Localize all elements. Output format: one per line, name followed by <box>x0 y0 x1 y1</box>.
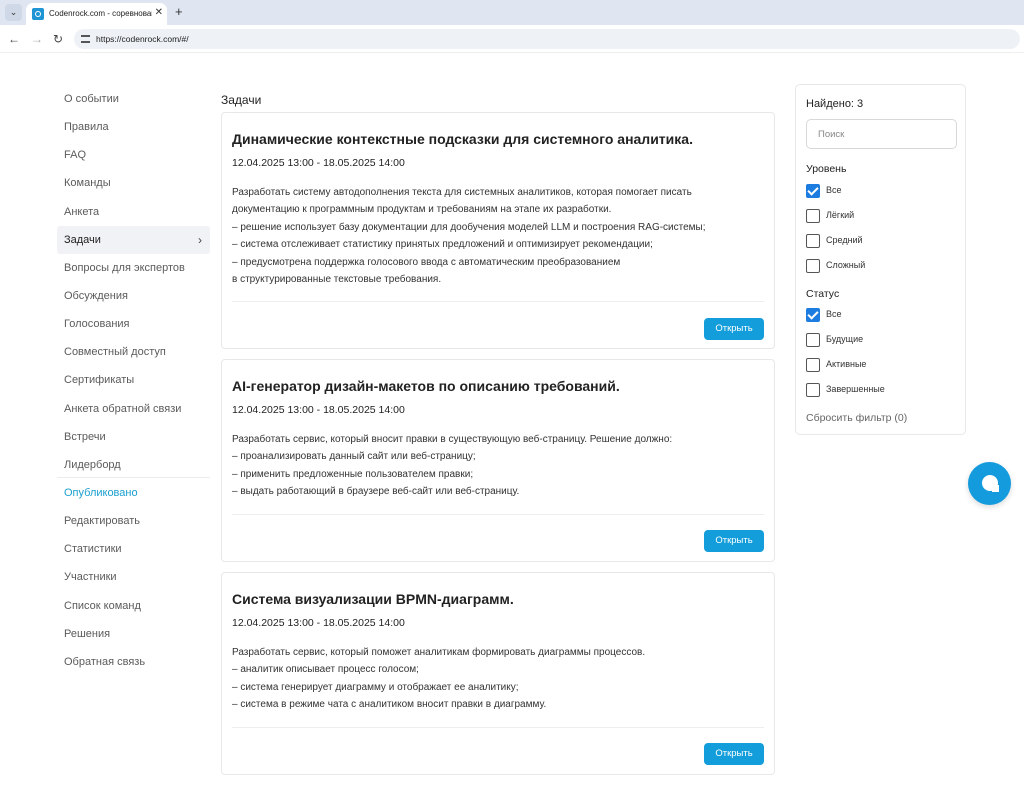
tab-title: Codenrock.com - соревнования <box>49 9 152 18</box>
task-description-line: – аналитик описывает процесс голосом; <box>232 664 419 676</box>
checkbox-label: Средний <box>826 235 863 245</box>
sidebar-item-leaderboard[interactable]: Лидерборд <box>57 451 210 479</box>
open-task-button[interactable]: Открыть <box>704 743 764 765</box>
task-description: Разработать систему автодополнения текст… <box>232 184 768 288</box>
new-tab-button[interactable]: + <box>175 4 183 20</box>
search-input[interactable] <box>806 119 957 149</box>
task-card: Система визуализации BPMN-диаграмм. 12.0… <box>221 572 775 775</box>
sidebar-item-solutions[interactable]: Решения <box>57 620 210 648</box>
checkbox-icon[interactable] <box>806 259 820 273</box>
sidebar-item-participants[interactable]: Участники <box>57 563 210 591</box>
task-description-line: документацию к программным продуктам и т… <box>232 204 612 216</box>
card-divider <box>232 727 764 728</box>
open-task-button[interactable]: Открыть <box>704 318 764 340</box>
task-card: AI-генератор дизайн-макетов по описанию … <box>221 359 775 562</box>
sidebar-item-discussions[interactable]: Обсуждения <box>57 282 210 310</box>
tab-search-menu-button[interactable]: ⌄ <box>5 4 22 21</box>
task-card: Динамические контекстные подсказки для с… <box>221 112 775 349</box>
sidebar-item-certificates[interactable]: Сертификаты <box>57 366 210 394</box>
filter-panel: Найдено: 3 Уровень Все Лёгкий Средний Сл… <box>795 84 966 435</box>
task-dates: 12.04.2025 13:00 - 18.05.2025 14:00 <box>232 404 405 416</box>
url-text[interactable]: https://codenrock.com/#/ <box>96 34 189 44</box>
sidebar-item-votes[interactable]: Голосования <box>57 310 210 338</box>
sidebar-nav: О событии Правила FAQ Команды Анкета Зад… <box>57 85 210 676</box>
sidebar-item-team-list[interactable]: Список команд <box>57 592 210 620</box>
task-description: Разработать сервис, который поможет анал… <box>232 644 768 714</box>
sidebar-item-teams[interactable]: Команды <box>57 169 210 197</box>
task-description-line: Разработать систему автодополнения текст… <box>232 187 692 198</box>
task-description-line: – система в режиме чата с аналитиком вно… <box>232 699 547 711</box>
task-description-line: – предусмотрена поддержка голосового вво… <box>232 256 621 268</box>
browser-address-bar: ← → ↻ https://codenrock.com/#/ <box>0 25 1024 53</box>
sidebar-item-shared-access[interactable]: Совместный доступ <box>57 338 210 366</box>
checkbox-label: Будущие <box>826 334 864 344</box>
sidebar-item-label: Задачи <box>64 233 101 246</box>
chat-bubble-icon <box>982 475 999 492</box>
sidebar-item-expert-questions[interactable]: Вопросы для экспертов <box>57 254 210 282</box>
checkbox-icon[interactable] <box>806 383 820 397</box>
checkbox-label: Активные <box>826 359 867 369</box>
status-filter-title: Статус <box>806 288 840 300</box>
sidebar-item-meetings[interactable]: Встречи <box>57 423 210 451</box>
checkbox-label: Сложный <box>826 260 866 270</box>
task-description-line: – система отслеживает статистику приняты… <box>232 239 653 251</box>
checkbox-icon[interactable] <box>806 209 820 223</box>
sidebar-item-faq[interactable]: FAQ <box>57 141 210 169</box>
task-title: AI-генератор дизайн-макетов по описанию … <box>232 378 620 394</box>
card-divider <box>232 514 764 515</box>
tab-close-icon[interactable]: ✕ <box>155 7 163 19</box>
sidebar-divider <box>57 477 210 478</box>
open-task-button[interactable]: Открыть <box>704 530 764 552</box>
browser-tab[interactable]: Codenrock.com - соревнования ✕ <box>26 3 167 25</box>
sidebar-item-feedback-form[interactable]: Анкета обратной связи <box>57 395 210 423</box>
reset-filter-link[interactable]: Сбросить фильтр (0) <box>806 412 907 424</box>
back-icon[interactable]: ← <box>8 32 20 46</box>
checkbox-icon[interactable] <box>806 333 820 347</box>
chat-button[interactable] <box>968 462 1011 505</box>
task-description-line: – выдать работающий в браузере веб-сайт … <box>232 486 520 498</box>
checkbox-label: Все <box>826 185 842 195</box>
site-settings-icon[interactable] <box>81 35 90 43</box>
task-title: Динамические контекстные подсказки для с… <box>232 131 693 147</box>
sidebar-item-questionnaire[interactable]: Анкета <box>57 198 210 226</box>
sidebar-item-edit[interactable]: Редактировать <box>57 507 210 535</box>
checkbox-label: Завершенные <box>826 384 885 394</box>
codenrock-favicon-icon <box>32 8 44 20</box>
url-field[interactable]: https://codenrock.com/#/ <box>74 29 1020 49</box>
sidebar-item-rules[interactable]: Правила <box>57 113 210 141</box>
task-description-line: Разработать сервис, который вносит правк… <box>232 434 673 445</box>
checkbox-label: Лёгкий <box>826 210 855 220</box>
task-description-line: в структурированные текстовые требования… <box>232 274 442 286</box>
task-description-line: Разработать сервис, который поможет анал… <box>232 647 646 658</box>
reload-icon[interactable]: ↻ <box>53 32 63 46</box>
level-filter-title: Уровень <box>806 163 847 175</box>
checkbox-checked-icon[interactable] <box>806 184 820 198</box>
task-description-line: – система генерирует диаграмму и отображ… <box>232 681 519 693</box>
page-title: Задачи <box>221 93 262 107</box>
task-dates: 12.04.2025 13:00 - 18.05.2025 14:00 <box>232 157 405 169</box>
sidebar-item-feedback[interactable]: Обратная связь <box>57 648 210 676</box>
task-description-line: – решение использует базу документации д… <box>232 221 706 233</box>
sidebar-item-statistics[interactable]: Статистики <box>57 535 210 563</box>
browser-tabbar: ⌄ Codenrock.com - соревнования ✕ + <box>0 0 1024 25</box>
task-dates: 12.04.2025 13:00 - 18.05.2025 14:00 <box>232 617 405 629</box>
task-description: Разработать сервис, который вносит правк… <box>232 431 768 501</box>
sidebar-item-tasks[interactable]: Задачи › <box>57 225 210 254</box>
checkbox-checked-icon[interactable] <box>806 308 820 322</box>
sidebar-item-about[interactable]: О событии <box>57 85 210 113</box>
task-title: Система визуализации BPMN-диаграмм. <box>232 591 514 607</box>
found-count: Найдено: 3 <box>806 98 864 110</box>
checkbox-icon[interactable] <box>806 358 820 372</box>
task-description-line: – применить предложенные пользователем п… <box>232 468 474 480</box>
checkbox-icon[interactable] <box>806 234 820 248</box>
card-divider <box>232 301 764 302</box>
checkbox-label: Все <box>826 309 842 319</box>
forward-icon[interactable]: → <box>31 32 43 46</box>
sidebar-item-published[interactable]: Опубликовано <box>57 479 210 507</box>
task-description-line: – проанализировать данный сайт или веб-с… <box>232 451 476 463</box>
chevron-right-icon: › <box>198 232 202 247</box>
